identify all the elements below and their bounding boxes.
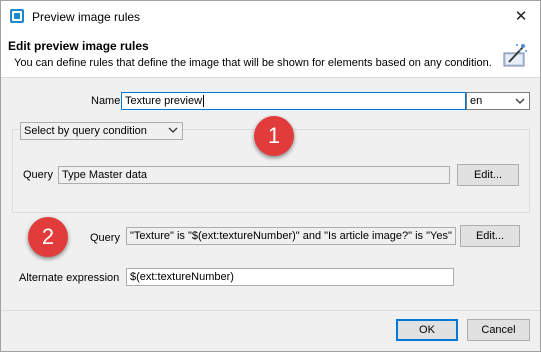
alternate-expression-label: Alternate expression: [19, 272, 120, 284]
text-caret: [203, 95, 205, 108]
language-select[interactable]: en: [466, 92, 530, 110]
alternate-expression-input[interactable]: $(ext:textureNumber): [126, 268, 454, 286]
wand-icon: [503, 44, 527, 67]
ok-button[interactable]: OK: [396, 319, 458, 341]
dialog-header: Edit preview image rules You can define …: [1, 32, 540, 78]
close-icon[interactable]: ✕: [507, 5, 535, 29]
title-bar: Preview image rules ✕: [1, 1, 540, 32]
callout-badge-2: 2: [28, 217, 68, 257]
chevron-down-icon: [515, 98, 525, 104]
selector-dropdown[interactable]: Select by query condition: [20, 122, 183, 140]
callout-badge-1: 1: [254, 116, 294, 156]
header-title: Edit preview image rules: [8, 39, 149, 53]
dialog-window: Preview image rules ✕ Edit preview image…: [0, 0, 541, 352]
app-icon: [10, 9, 24, 23]
window-title: Preview image rules: [32, 10, 141, 24]
selector-value: Select by query condition: [24, 125, 147, 137]
query-field-1[interactable]: Type Master data: [58, 166, 450, 184]
chevron-down-icon: [168, 127, 178, 133]
edit-button-1[interactable]: Edit...: [457, 164, 519, 186]
cancel-button[interactable]: Cancel: [467, 319, 530, 341]
name-label: Name: [91, 95, 121, 107]
query-field-2[interactable]: "Texture" is "$(ext:textureNumber)" and …: [126, 227, 456, 245]
name-value: Texture preview: [125, 95, 203, 107]
query-label-1: Query: [23, 169, 53, 181]
footer-divider: [1, 310, 540, 311]
language-value: en: [470, 95, 483, 107]
edit-button-2[interactable]: Edit...: [460, 225, 520, 247]
name-input[interactable]: Texture preview: [121, 92, 466, 110]
query-label-2: Query: [90, 232, 120, 244]
header-subtitle: You can define rules that define the ima…: [14, 57, 492, 69]
